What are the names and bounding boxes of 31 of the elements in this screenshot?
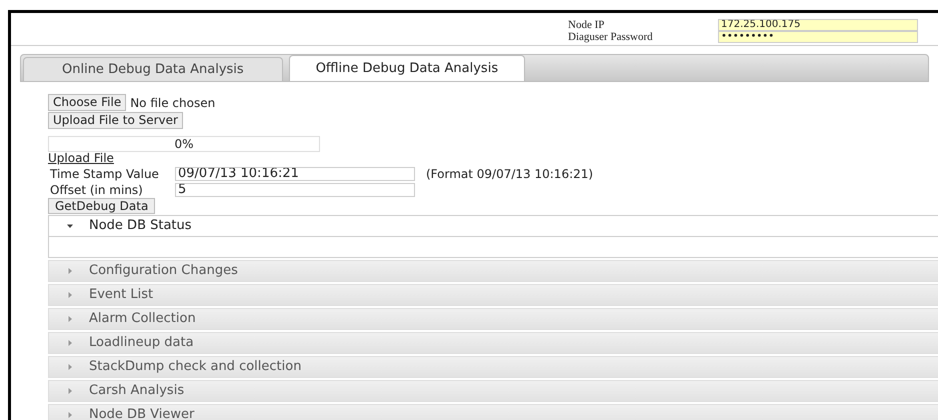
accordion-header[interactable]: Event List (48, 284, 938, 306)
upload-button[interactable]: Upload File to Server (48, 112, 183, 129)
progress-reading: 0% (173, 137, 195, 151)
input-field[interactable]: ••••••••• (718, 31, 918, 43)
field-label: Diaguser Password (568, 31, 654, 43)
accordion-header[interactable]: StackDump check and collection (48, 356, 938, 378)
accordion-header[interactable]: Node DB Status (48, 215, 938, 237)
get-debug-button[interactable]: GetDebug Data (48, 198, 156, 214)
accordion-header[interactable]: Carsh Analysis (48, 380, 938, 402)
accordion-header[interactable]: Node DB Viewer (48, 404, 938, 420)
accordion-header[interactable]: Configuration Changes (48, 260, 938, 282)
format-hint: (Format 09/07/13 10:16:21) (426, 166, 594, 182)
caret-down-icon (67, 223, 73, 229)
caret-right-icon (67, 412, 73, 418)
caret-right-icon (67, 292, 73, 298)
accordion-header[interactable]: Alarm Collection (48, 308, 938, 330)
tab[interactable]: Offline Debug Data Analysis (288, 55, 526, 81)
field-label: Node IP (568, 19, 606, 31)
caret-right-icon (67, 340, 73, 346)
tab[interactable]: Online Debug Data Analysis (23, 57, 283, 81)
file-status: No file chosen (130, 94, 216, 112)
caret-right-icon (67, 268, 73, 274)
caret-right-icon (67, 316, 73, 322)
field-label: Offset (in mins) (49, 182, 144, 198)
caret-right-icon (67, 388, 73, 394)
caret-right-icon (67, 364, 73, 370)
field-label: Time Stamp Value (49, 166, 160, 182)
accordion-header[interactable]: Loadlineup data (48, 332, 938, 354)
input-field[interactable]: 5 (175, 182, 415, 196)
upload-link[interactable]: Upload File (48, 152, 114, 165)
choose-file-button[interactable]: Choose File (48, 94, 126, 111)
